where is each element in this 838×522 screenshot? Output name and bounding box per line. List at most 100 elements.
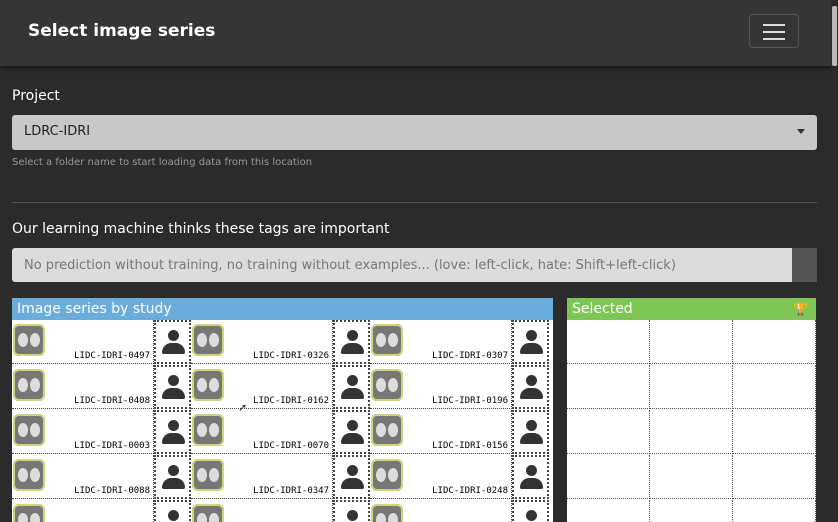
- series-cell[interactable]: LIDC-IDRI-0347: [191, 455, 333, 499]
- patient-avatar[interactable]: [333, 320, 370, 364]
- project-label: Project: [12, 88, 60, 104]
- series-cell[interactable]: LIDC-IDRI-0088: [12, 455, 154, 499]
- patient-avatar[interactable]: [333, 365, 370, 409]
- selected-slot[interactable]: [567, 320, 650, 364]
- series-id: LIDC-IDRI-0326: [253, 351, 329, 361]
- series-cell[interactable]: [191, 500, 333, 522]
- tags-input-addon[interactable]: [792, 248, 817, 282]
- selected-slot[interactable]: [733, 410, 816, 454]
- patient-avatar[interactable]: [154, 320, 191, 364]
- series-id: LIDC-IDRI-0003: [74, 441, 150, 451]
- series-id: LIDC-IDRI-0196: [432, 396, 508, 406]
- ct-thumbnail: [13, 324, 45, 356]
- patient-avatar[interactable]: [154, 410, 191, 454]
- series-cell[interactable]: LIDC-IDRI-0196: [370, 365, 512, 409]
- page-title: Select image series: [28, 21, 216, 41]
- patient-avatar[interactable]: [512, 410, 549, 454]
- caret-down-icon: [797, 129, 805, 134]
- ct-thumbnail: [192, 324, 224, 356]
- patient-avatar[interactable]: [154, 365, 191, 409]
- ct-thumbnail: [371, 504, 403, 522]
- series-cell[interactable]: [370, 500, 512, 522]
- tags-label: Our learning machine thinks these tags a…: [12, 221, 390, 237]
- selected-slot[interactable]: [567, 365, 650, 409]
- studies-header: Image series by study: [12, 298, 553, 320]
- selected-header: Selected 🏆: [567, 298, 816, 320]
- series-cell[interactable]: LIDC-IDRI-0326: [191, 320, 333, 364]
- person-icon: [347, 510, 358, 521]
- selected-slot[interactable]: [650, 500, 733, 522]
- mouse-cursor-icon: ➚: [238, 401, 248, 414]
- person-icon: [526, 330, 537, 341]
- series-id: LIDC-IDRI-0248: [432, 486, 508, 496]
- person-icon: [168, 330, 179, 341]
- person-icon: [168, 375, 179, 386]
- study-grid: LIDC-IDRI-0497 LIDC-IDRI-0326 LIDC-IDRI-…: [12, 320, 553, 522]
- person-icon: [526, 465, 537, 476]
- selected-grid: [567, 320, 816, 522]
- series-cell[interactable]: [12, 500, 154, 522]
- series-id: LIDC-IDRI-0156: [432, 441, 508, 451]
- ct-thumbnail: [192, 504, 224, 522]
- selected-slot[interactable]: [733, 320, 816, 364]
- patient-avatar[interactable]: [512, 500, 549, 522]
- menu-button[interactable]: [749, 14, 799, 48]
- ct-thumbnail: [13, 414, 45, 446]
- selected-slot[interactable]: [650, 455, 733, 499]
- selected-slot[interactable]: [733, 455, 816, 499]
- selected-slot[interactable]: [567, 410, 650, 454]
- series-cell[interactable]: LIDC-IDRI-0156: [370, 410, 512, 454]
- patient-avatar[interactable]: [512, 320, 549, 364]
- ct-thumbnail: [192, 459, 224, 491]
- selected-slot[interactable]: [650, 365, 733, 409]
- scrollbar[interactable]: [831, 0, 838, 522]
- person-icon: [526, 375, 537, 386]
- trophy-icon[interactable]: 🏆: [793, 298, 808, 320]
- series-cell[interactable]: LIDC-IDRI-0070: [191, 410, 333, 454]
- series-cell[interactable]: LIDC-IDRI-0248: [370, 455, 512, 499]
- ct-thumbnail: [371, 459, 403, 491]
- project-select-value: LDRC-IDRI: [24, 124, 91, 139]
- patient-avatar[interactable]: [512, 455, 549, 499]
- selected-slot[interactable]: [733, 500, 816, 522]
- series-id: LIDC-IDRI-0497: [74, 351, 150, 361]
- ct-thumbnail: [192, 414, 224, 446]
- project-help-text: Select a folder name to start loading da…: [12, 157, 313, 168]
- ct-thumbnail: [13, 459, 45, 491]
- person-icon: [168, 420, 179, 431]
- person-icon: [347, 420, 358, 431]
- patient-avatar[interactable]: [154, 455, 191, 499]
- selected-slot[interactable]: [567, 455, 650, 499]
- series-id: LIDC-IDRI-0162: [253, 396, 329, 406]
- divider: [12, 202, 817, 203]
- patient-avatar[interactable]: [154, 500, 191, 522]
- series-id: LIDC-IDRI-0408: [74, 396, 150, 406]
- series-id: LIDC-IDRI-0307: [432, 351, 508, 361]
- series-cell[interactable]: LIDC-IDRI-0307: [370, 320, 512, 364]
- series-cell[interactable]: LIDC-IDRI-0497: [12, 320, 154, 364]
- series-cell[interactable]: LIDC-IDRI-0408: [12, 365, 154, 409]
- hamburger-icon: [763, 24, 785, 26]
- patient-avatar[interactable]: [333, 410, 370, 454]
- series-cell[interactable]: LIDC-IDRI-0162: [191, 365, 333, 409]
- scrollbar-thumb[interactable]: [832, 6, 837, 66]
- selected-slot[interactable]: [650, 410, 733, 454]
- person-icon: [347, 330, 358, 341]
- patient-avatar[interactable]: [333, 500, 370, 522]
- navbar: Select image series: [0, 0, 838, 66]
- ct-thumbnail: [13, 369, 45, 401]
- selected-slot[interactable]: [733, 365, 816, 409]
- selected-slot[interactable]: [567, 500, 650, 522]
- person-icon: [347, 465, 358, 476]
- project-select[interactable]: LDRC-IDRI: [12, 115, 817, 150]
- series-id: LIDC-IDRI-0088: [74, 486, 150, 496]
- ct-thumbnail: [192, 369, 224, 401]
- selected-slot[interactable]: [650, 320, 733, 364]
- tags-input[interactable]: No prediction without training, no train…: [12, 248, 792, 282]
- series-cell[interactable]: LIDC-IDRI-0003: [12, 410, 154, 454]
- patient-avatar[interactable]: [333, 455, 370, 499]
- series-id: LIDC-IDRI-0070: [253, 441, 329, 451]
- ct-thumbnail: [371, 414, 403, 446]
- patient-avatar[interactable]: [512, 365, 549, 409]
- hamburger-icon: [763, 31, 785, 33]
